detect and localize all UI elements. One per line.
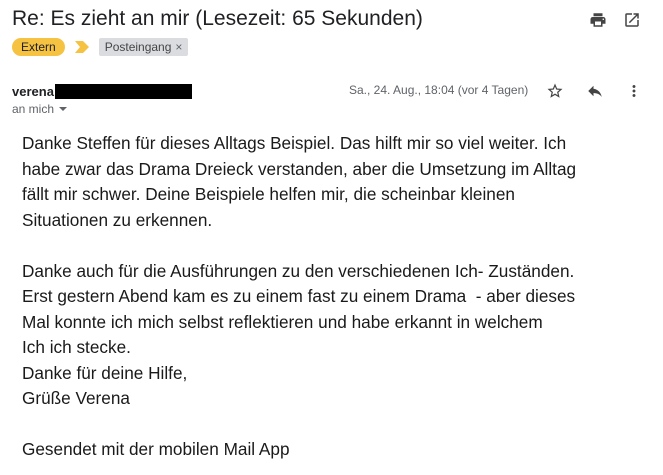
importance-marker-icon[interactable] [74,41,89,53]
label-inbox-text: Posteingang [104,40,172,54]
star-icon[interactable] [545,81,565,101]
recipient-line: an mich [12,102,55,116]
body-line: Danke Steffen für dieses Alltags Beispie… [22,133,567,153]
label-inbox[interactable]: Posteingang × [98,38,189,56]
email-subject: Re: Es zieht an mir (Lesezeit: 65 Sekund… [12,7,423,30]
label-extern[interactable]: Extern [12,38,65,56]
email-date: Sa., 24. Aug., 18:04 (vor 4 Tagen) [349,83,529,97]
body-line: Danke für deine Hilfe, [22,362,188,383]
reply-icon[interactable] [585,81,605,101]
body-line: habe zwar das Drama Dreieck verstanden, … [22,158,577,179]
sender-row: verena [12,82,192,100]
body-line: Situationen zu erkennen. [22,209,213,230]
recipient-details-toggle[interactable]: an mich [12,102,68,116]
more-vert-icon[interactable] [624,81,644,101]
body-line: Erst gestern Abend kam es zu einem fast … [22,286,576,306]
body-line: fällt mir schwer. Deine Beispiele helfen… [22,184,515,204]
body-line: Danke auch für die Ausführungen zu den v… [22,260,575,281]
body-line: Mal konnte ich mich selbst reflektieren … [22,311,543,332]
sender-name[interactable]: verena [12,84,54,99]
body-line: Ich ich stecke. [22,337,131,357]
label-row: Extern Posteingang × [12,37,189,57]
print-icon[interactable] [588,10,608,30]
email-signature: Gesendet mit der mobilen Mail App [22,439,290,459]
remove-label-icon[interactable]: × [175,38,182,56]
chevron-down-icon [59,107,68,111]
subject-row: Re: Es zieht an mir (Lesezeit: 65 Sekund… [12,6,651,34]
body-line: Grüße Verena [22,388,130,408]
email-body: Danke Steffen für dieses Alltags Beispie… [22,131,658,463]
open-in-new-window-icon[interactable] [622,10,642,30]
redaction-bar [54,83,192,99]
